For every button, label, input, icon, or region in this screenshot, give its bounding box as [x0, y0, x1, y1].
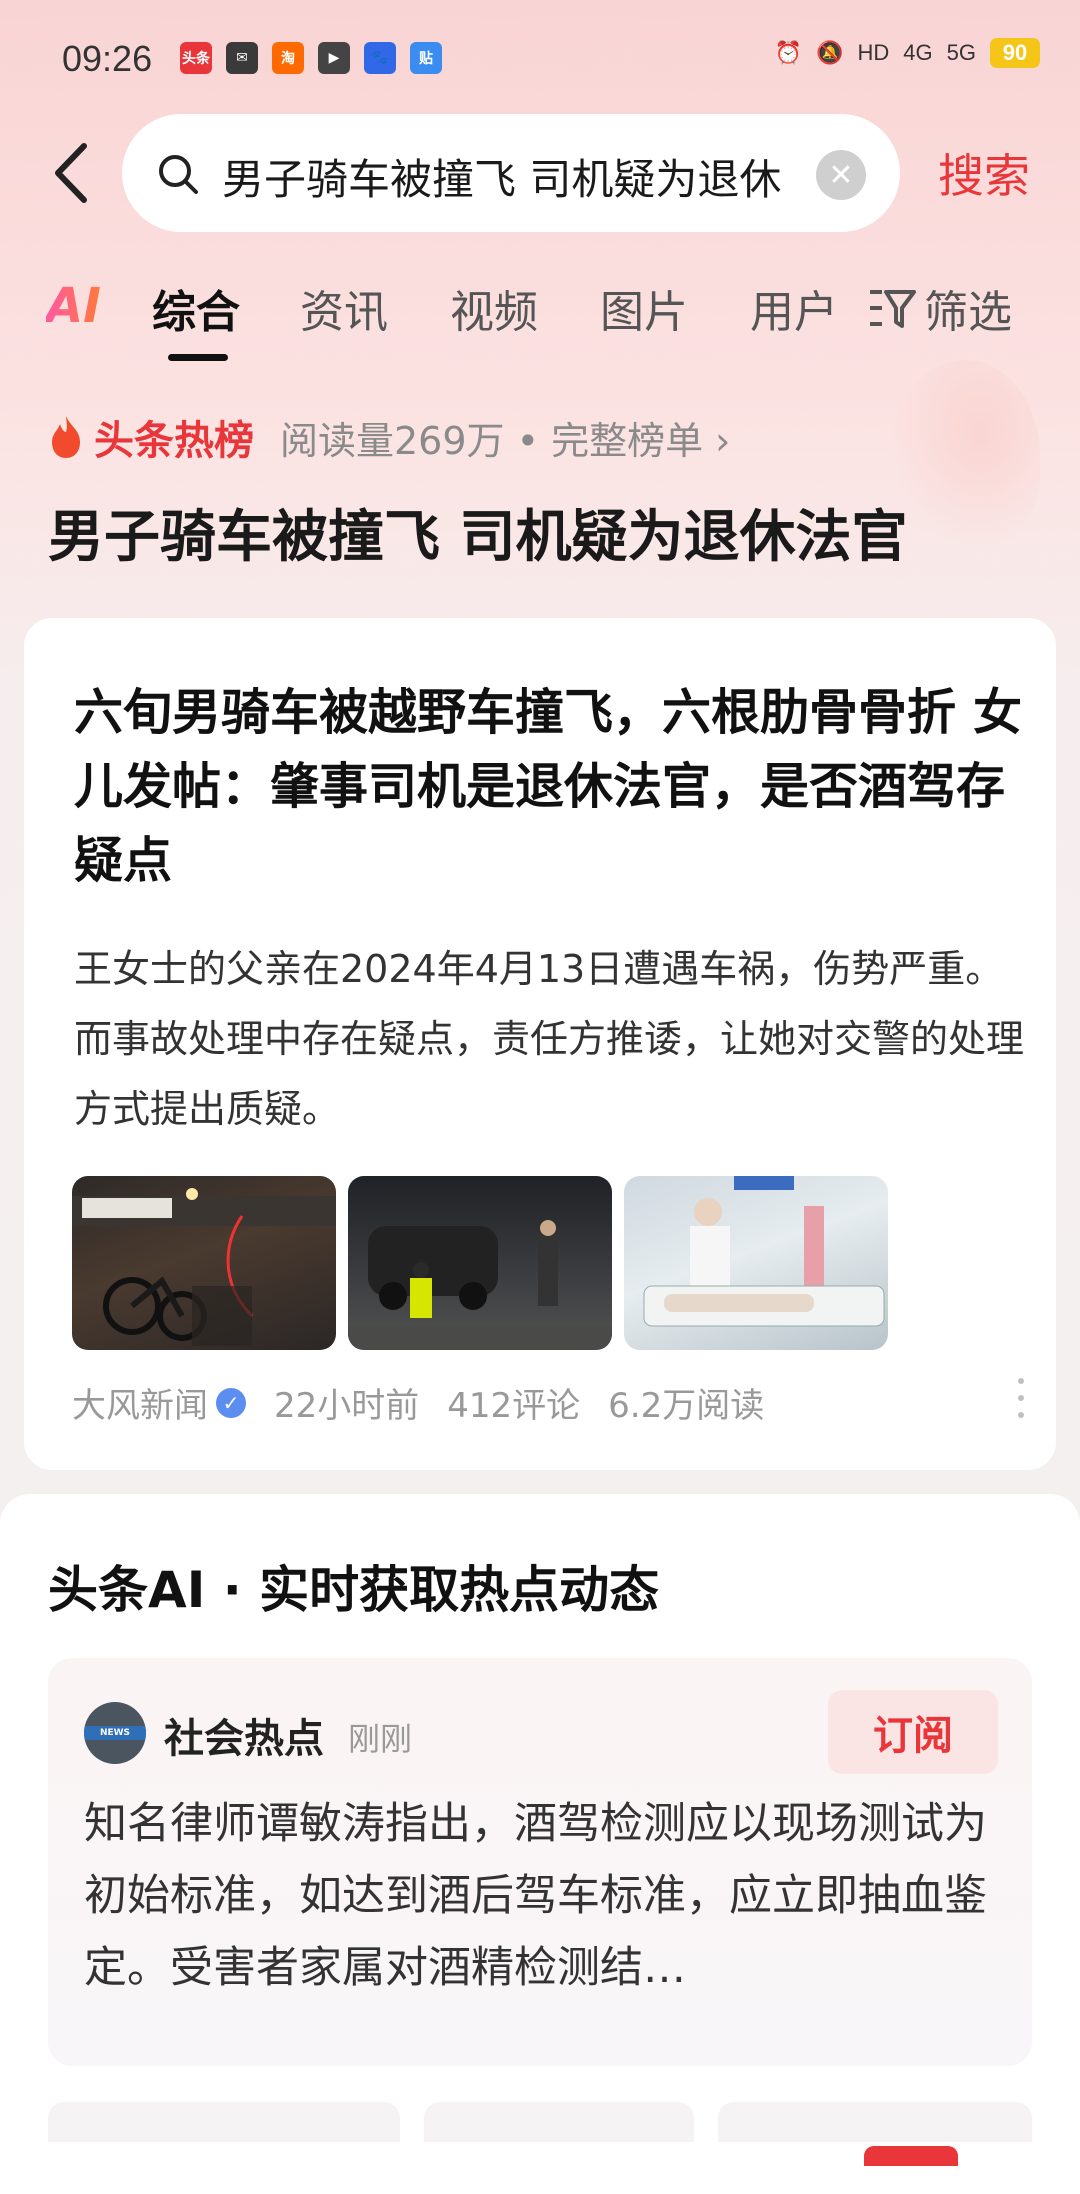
tab-users[interactable]: 用户 — [750, 276, 838, 340]
article-source[interactable]: 大风新闻 — [72, 1378, 208, 1427]
ai-hotspot-card[interactable]: NEWS 社会热点 刚刚 订阅 知名律师谭敏涛指出，酒驾检测应以现场测试为初始标… — [48, 1658, 1032, 2066]
hd-label: HD — [857, 40, 890, 65]
battery-icon: 90 — [990, 38, 1040, 68]
status-bar: 09:26 头条 ✉ 淘 ▶ 🐾 贴 ⏰ 🔕 HD 4G 5G 90 — [0, 0, 1080, 110]
toutiao-icon: 头条 — [180, 42, 212, 74]
notification-icons: 头条 ✉ 淘 ▶ 🐾 贴 — [180, 42, 442, 74]
preview-tile — [48, 2102, 400, 2142]
hot-list-label: 头条热榜 — [94, 418, 254, 464]
ai-section-title: 头条AI · 实时获取热点动态 — [48, 1561, 660, 1619]
tab-bar: AI 综合 资讯 视频 图片 用户 筛选 — [0, 272, 1080, 372]
flame-icon — [52, 416, 80, 458]
decorative-flame — [890, 360, 1040, 550]
search-icon — [159, 155, 198, 194]
hot-list-meta[interactable]: 阅读量269万 • 完整榜单 › — [280, 410, 730, 465]
back-button[interactable] — [48, 138, 96, 208]
ai-hotspot-section: 头条AI · 实时获取热点动态 NEWS 社会热点 刚刚 订阅 知名律师谭敏涛指… — [0, 1494, 1080, 2194]
verified-icon: ✓ — [216, 1387, 246, 1418]
article-summary: 王女士的父亲在2024年4月13日遭遇车祸，伤势严重。而事故处理中存在疑点，责任… — [74, 947, 1025, 1131]
mail-icon: ✉ — [226, 42, 258, 74]
subscribe-button[interactable]: 订阅 — [828, 1690, 998, 1774]
video-icon: ▶ — [318, 42, 350, 74]
preview-tile — [718, 2102, 1032, 2142]
4g-label: 4G — [903, 40, 933, 65]
next-content-preview — [48, 2102, 1032, 2142]
tab-images[interactable]: 图片 — [600, 276, 688, 340]
ai-source-time: 刚刚 — [348, 1720, 413, 1758]
car-scene-icon — [348, 1220, 612, 1350]
article-image-bike[interactable] — [72, 1176, 336, 1350]
search-input[interactable]: 男子骑车被撞飞 司机疑为退休法官 ✕ — [122, 114, 900, 232]
article-images — [72, 1176, 888, 1350]
article-comments: 412评论 — [447, 1386, 581, 1426]
article-card[interactable]: 六旬男骑车被越野车撞飞，六根肋骨骨折 女儿发帖：肇事司机是退休法官，是否酒驾存疑… — [24, 618, 1056, 1470]
clear-icon[interactable]: ✕ — [816, 150, 866, 200]
search-button[interactable]: 搜索 — [938, 140, 1030, 206]
article-image-car[interactable] — [348, 1176, 612, 1350]
baidu-icon: 🐾 — [364, 42, 396, 74]
back-arrow-icon — [55, 143, 87, 203]
article-reads: 6.2万阅读 — [608, 1386, 765, 1426]
taobao-icon: 淘 — [272, 42, 304, 74]
active-tab-indicator — [168, 354, 228, 361]
more-options-icon[interactable] — [1018, 1378, 1026, 1418]
tab-comprehensive[interactable]: 综合 — [152, 276, 240, 340]
filter-icon — [870, 290, 916, 328]
hot-list-header[interactable]: 头条热榜 阅读量269万 • 完整榜单 › — [46, 408, 730, 466]
system-indicators: ⏰ 🔕 HD 4G 5G 90 — [775, 38, 1040, 68]
ai-source-name[interactable]: 社会热点 — [164, 1706, 324, 1764]
alarm-icon: ⏰ — [774, 40, 803, 65]
filter-label: 筛选 — [924, 287, 1012, 338]
tab-ai[interactable]: AI — [46, 278, 101, 334]
5g-label: 5G — [946, 40, 976, 65]
status-time: 09:26 — [62, 38, 153, 79]
avatar[interactable]: NEWS — [84, 1702, 146, 1764]
tab-news[interactable]: 资讯 — [300, 276, 388, 340]
article-image-hospital[interactable] — [624, 1176, 888, 1350]
red-action-button[interactable] — [864, 2146, 958, 2166]
tieba-icon: 贴 — [410, 42, 442, 74]
article-meta: 大风新闻 ✓ 22小时前 412评论 6.2万阅读 — [72, 1378, 792, 1427]
article-title[interactable]: 六旬男骑车被越野车撞飞，六根肋骨骨折 女儿发帖：肇事司机是退休法官，是否酒驾存疑… — [74, 676, 1034, 898]
bike-scene-icon — [72, 1188, 336, 1346]
hospital-scene-icon — [643, 1176, 885, 1327]
hot-topic-title[interactable]: 男子骑车被撞飞 司机疑为退休法官 — [48, 492, 908, 573]
article-time: 22小时前 — [274, 1386, 420, 1426]
tab-video[interactable]: 视频 — [450, 276, 538, 340]
filter-button[interactable]: 筛选 — [868, 276, 1012, 340]
preview-tile — [424, 2102, 694, 2142]
search-query[interactable]: 男子骑车被撞飞 司机疑为退休法官 — [222, 146, 782, 207]
ai-summary-text[interactable]: 知名律师谭敏涛指出，酒驾检测应以现场测试为初始标准，如达到酒后驾车标准，应立即抽… — [84, 1788, 1000, 2004]
mute-icon: 🔕 — [816, 40, 844, 65]
